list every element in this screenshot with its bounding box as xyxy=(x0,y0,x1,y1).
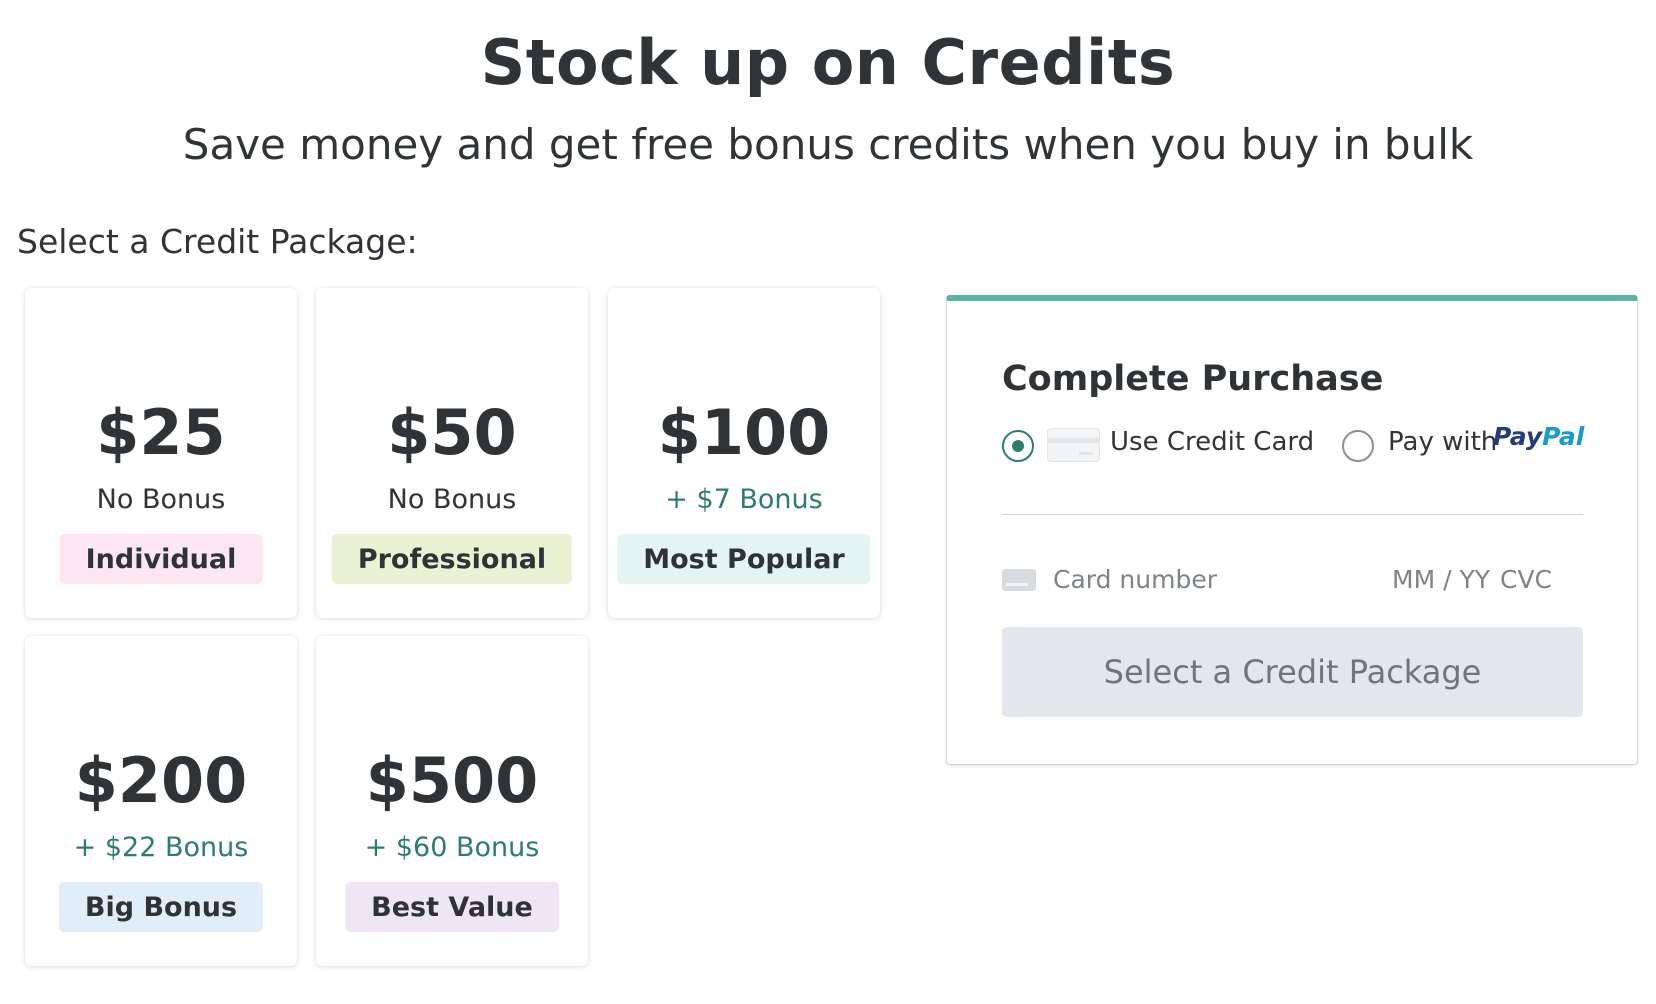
page-title: Stock up on Credits xyxy=(480,26,1176,99)
credit-card-option-label[interactable]: Use Credit Card xyxy=(1110,427,1314,457)
package-tag: Big Bonus xyxy=(58,882,264,932)
credit-package-card-100[interactable]: $100 + $7 Bonus Most Popular xyxy=(608,288,880,618)
card-brand-icon xyxy=(1002,569,1036,591)
cvc-input[interactable] xyxy=(1500,557,1570,601)
package-tag: Professional xyxy=(331,534,573,584)
paypal-radio[interactable] xyxy=(1342,430,1374,462)
package-bonus: + $60 Bonus xyxy=(364,832,540,863)
package-price: $100 xyxy=(657,396,831,469)
expiry-input[interactable] xyxy=(1392,557,1498,601)
package-bonus: No Bonus xyxy=(387,484,517,515)
credit-card-icon xyxy=(1047,428,1100,462)
package-section-label: Select a Credit Package: xyxy=(17,222,418,261)
paypal-logo: PayPal xyxy=(1493,422,1584,451)
complete-purchase-panel: Complete Purchase Use Credit Card Pay wi… xyxy=(946,295,1638,765)
divider xyxy=(1002,514,1583,515)
package-bonus: + $7 Bonus xyxy=(665,484,823,515)
credit-package-card-200[interactable]: $200 + $22 Bonus Big Bonus xyxy=(25,636,297,966)
package-bonus: No Bonus xyxy=(96,484,226,515)
panel-title: Complete Purchase xyxy=(1002,359,1384,399)
paypal-option-label[interactable]: Pay with xyxy=(1388,427,1497,457)
package-price: $200 xyxy=(74,744,248,817)
package-price: $25 xyxy=(96,396,226,469)
package-tag: Individual xyxy=(59,534,263,584)
credit-card-radio[interactable] xyxy=(1002,430,1034,462)
page-subtitle: Save money and get free bonus credits wh… xyxy=(182,120,1474,169)
package-tag: Best Value xyxy=(345,882,559,932)
card-number-input[interactable] xyxy=(1053,557,1353,601)
package-price: $50 xyxy=(387,396,517,469)
credit-package-card-50[interactable]: $50 No Bonus Professional xyxy=(316,288,588,618)
paypal-logo-pay: Pay xyxy=(1493,422,1543,451)
paypal-logo-pal: Pal xyxy=(1542,422,1585,451)
credit-package-card-25[interactable]: $25 No Bonus Individual xyxy=(25,288,297,618)
credit-package-card-500[interactable]: $500 + $60 Bonus Best Value xyxy=(316,636,588,966)
package-price: $500 xyxy=(365,744,539,817)
select-credit-package-button[interactable]: Select a Credit Package xyxy=(1002,627,1583,717)
package-bonus: + $22 Bonus xyxy=(73,832,249,863)
package-tag: Most Popular xyxy=(617,534,871,584)
